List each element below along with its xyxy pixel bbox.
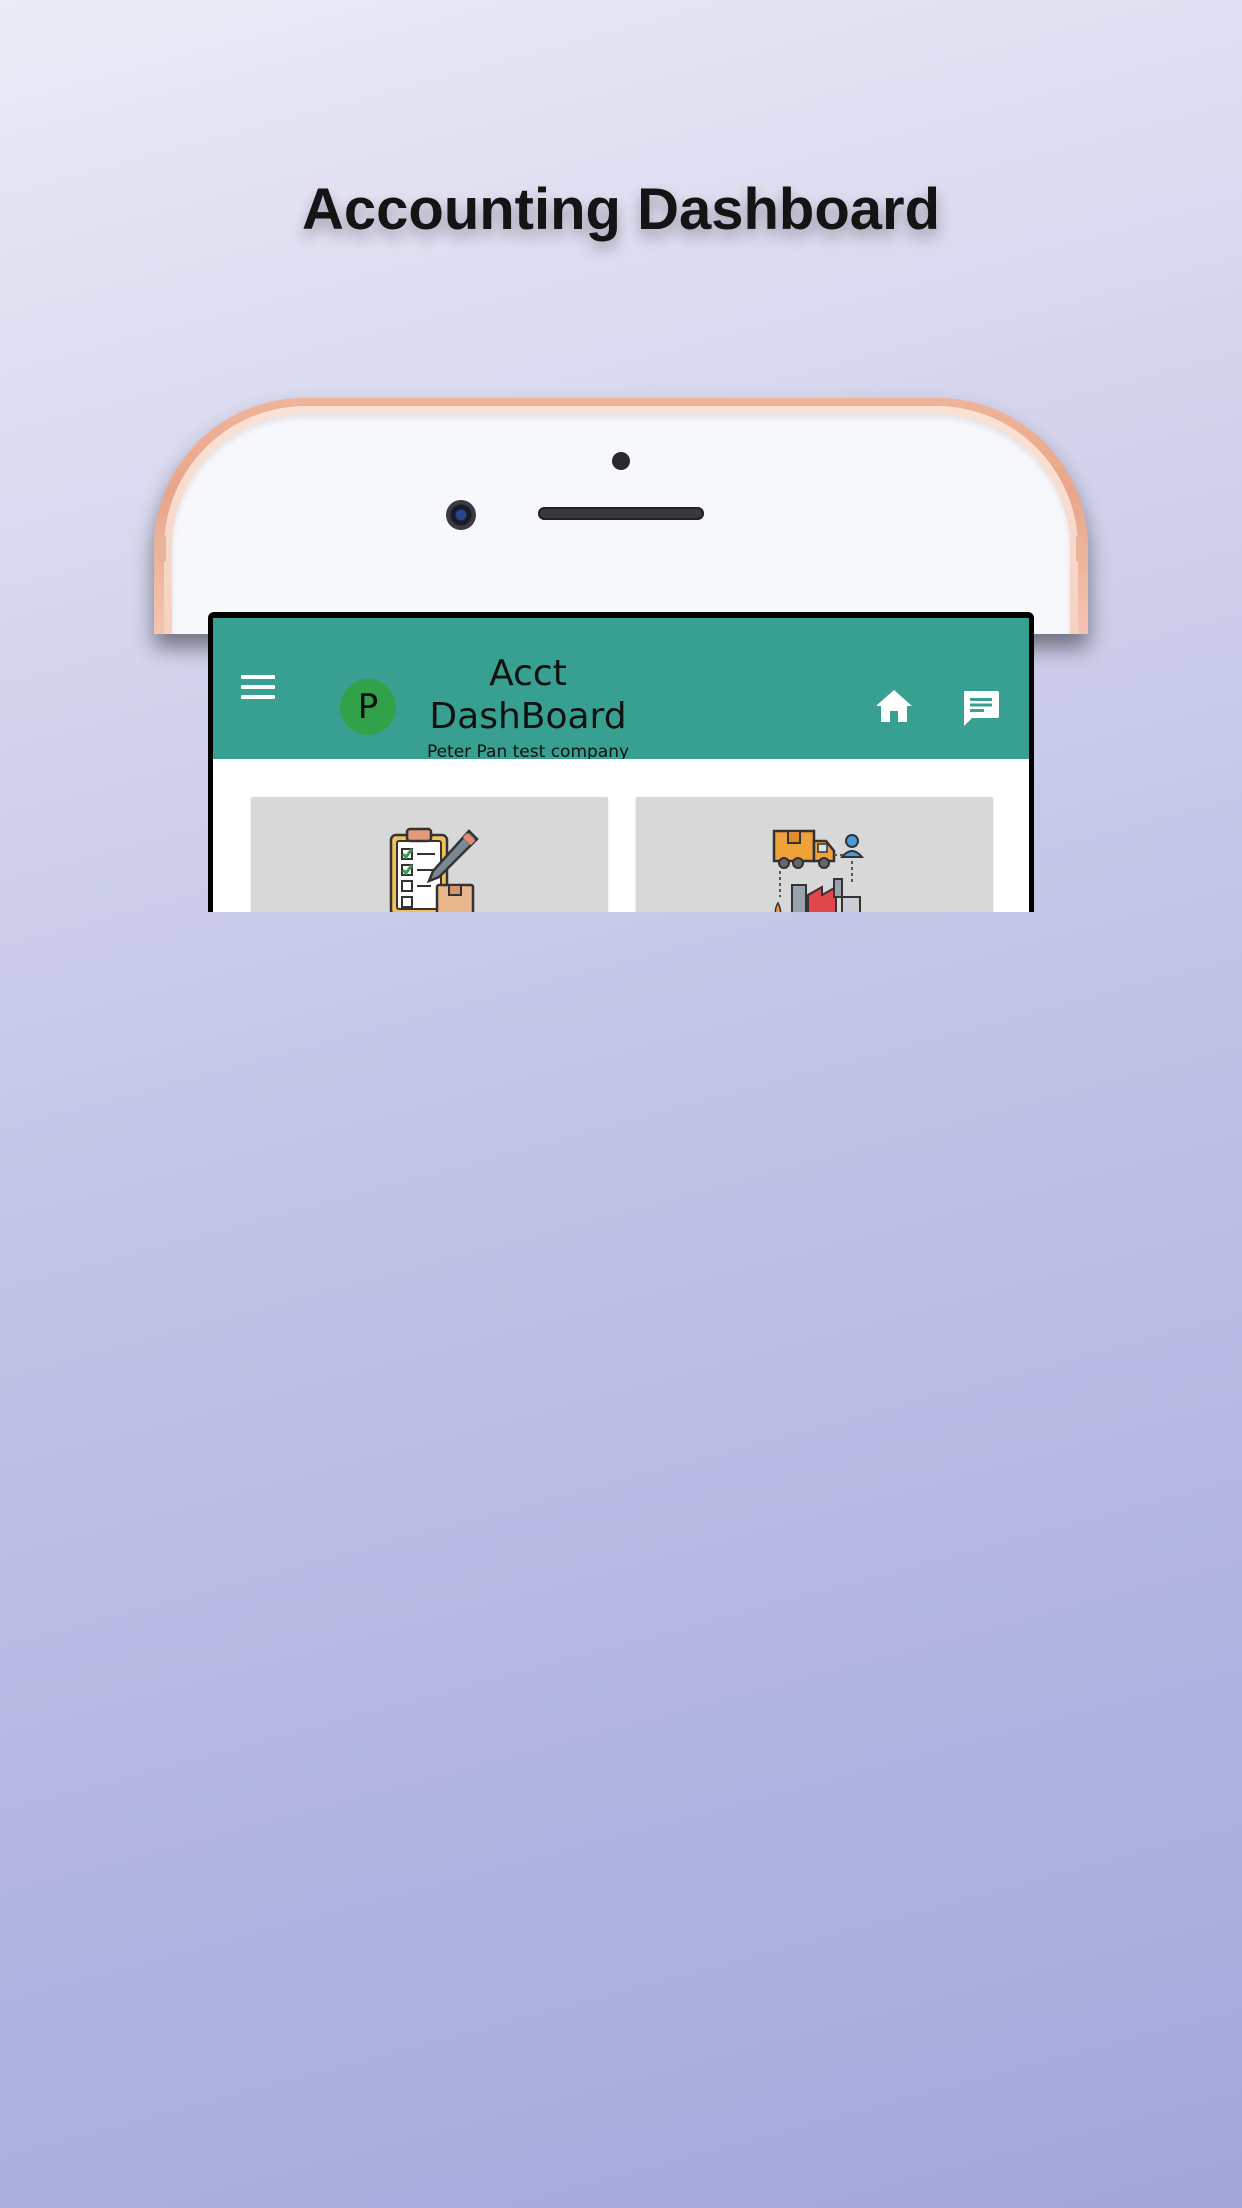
menu-button[interactable] — [241, 666, 283, 708]
app-title: Acct DashBoard — [429, 653, 627, 737]
clipboard-checklist-icon — [389, 827, 479, 912]
phone-side-button-right — [1076, 536, 1084, 562]
dashboard-content — [213, 759, 1029, 912]
phone-bezel — [172, 414, 1070, 634]
avatar[interactable]: P — [340, 679, 396, 735]
delivery-truck-factory-icon — [772, 829, 865, 912]
dashboard-tile-logistics[interactable] — [636, 797, 993, 912]
dashboard-tile-checklist[interactable] — [251, 797, 608, 912]
home-icon — [876, 690, 912, 722]
front-camera — [446, 500, 476, 530]
hamburger-menu-icon — [241, 675, 275, 679]
app-bar: P Acct DashBoard Peter Pan test company — [213, 618, 1029, 759]
chat-button[interactable] — [961, 688, 1001, 728]
company-name: Peter Pan test company — [426, 742, 630, 759]
earpiece-speaker — [538, 507, 704, 520]
page-title: Accounting Dashboard — [301, 177, 941, 242]
phone-side-button-left — [158, 536, 166, 562]
home-button[interactable] — [874, 688, 914, 724]
phone-screen: P Acct DashBoard Peter Pan test company — [208, 612, 1034, 912]
proximity-sensor — [612, 452, 630, 470]
chat-message-icon — [964, 691, 999, 726]
